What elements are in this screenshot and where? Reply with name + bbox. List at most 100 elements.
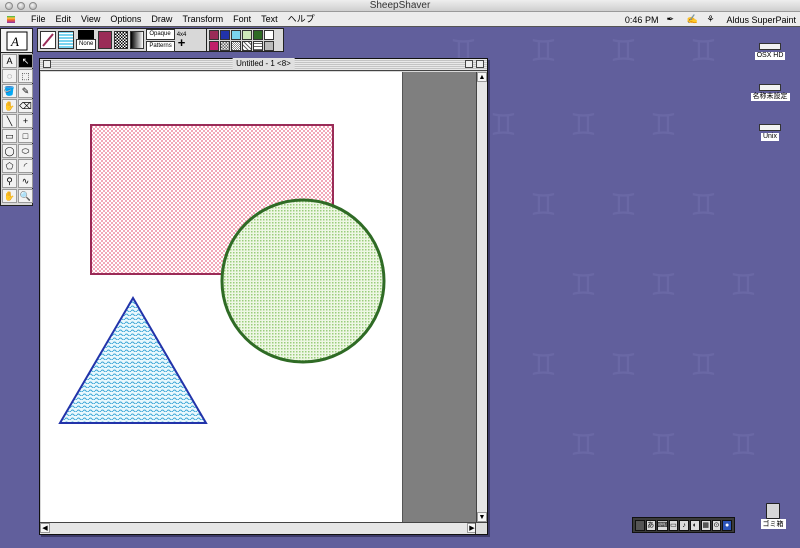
hand-tool[interactable]: ✋ xyxy=(2,189,17,203)
pen-input-icon[interactable]: ✒ xyxy=(666,14,678,26)
desktop-pattern-icon: ♊ xyxy=(530,34,557,69)
color-cell[interactable] xyxy=(220,30,230,40)
color-cell[interactable] xyxy=(209,41,219,51)
color-cell[interactable] xyxy=(231,30,241,40)
pattern-cell[interactable] xyxy=(220,41,230,51)
monitor-icon[interactable]: ▭ xyxy=(668,519,679,531)
drawing-canvas[interactable] xyxy=(41,72,403,522)
menu-options[interactable]: Options xyxy=(105,12,146,27)
color-cell[interactable] xyxy=(209,30,219,40)
desktop-pattern-icon: ♊ xyxy=(490,108,517,143)
lasso-tool[interactable]: ◌ xyxy=(2,69,17,83)
desktop-pattern-icon: ♊ xyxy=(650,108,677,143)
network-icon[interactable]: ⊙ xyxy=(711,519,722,531)
desktop-icon-unix[interactable]: Unix xyxy=(750,124,790,141)
strip-tab-icon[interactable] xyxy=(635,519,645,531)
round-rect-tool[interactable]: ▭ xyxy=(2,129,17,143)
menu-bar: File Edit View Options Draw Transform Fo… xyxy=(0,12,800,27)
clock[interactable]: 0:46 PM xyxy=(625,15,659,25)
color-swatch-selected[interactable] xyxy=(98,31,113,49)
pattern-cell[interactable] xyxy=(242,41,252,51)
patterns-button[interactable]: Patterns xyxy=(146,40,175,52)
desktop-pattern-icon: ♊ xyxy=(690,34,717,69)
freeform-tool[interactable]: ∿ xyxy=(18,174,33,188)
opaque-button[interactable]: Opaque xyxy=(146,28,175,40)
pencil-tool[interactable]: ✎ xyxy=(18,84,33,98)
green-circle[interactable] xyxy=(220,198,386,364)
gradient-swatch[interactable] xyxy=(130,31,145,49)
scroll-left-arrow-icon[interactable]: ◀ xyxy=(40,523,50,533)
pattern-cell[interactable] xyxy=(264,41,274,51)
menu-transform[interactable]: Transform xyxy=(177,12,228,27)
pattern-cell[interactable] xyxy=(253,41,263,51)
grow-box[interactable] xyxy=(475,522,487,534)
eyedropper-tool[interactable]: ⚲ xyxy=(2,174,17,188)
doc-collapse-box[interactable] xyxy=(476,60,484,68)
blue-triangle[interactable] xyxy=(58,296,208,424)
app-icon: ⚘ xyxy=(706,13,715,24)
menu-help[interactable]: ヘルプ xyxy=(283,12,320,27)
color-cell[interactable] xyxy=(264,30,274,40)
desktop-pattern-icon: ♊ xyxy=(650,428,677,463)
menu-edit[interactable]: Edit xyxy=(51,12,77,27)
plus-tool[interactable]: + xyxy=(18,114,33,128)
desktop-pattern-icon: ♊ xyxy=(610,348,637,383)
pattern-swatch[interactable] xyxy=(114,31,129,49)
doc-zoom-box[interactable] xyxy=(465,60,473,68)
marquee-tool[interactable]: ⬚ xyxy=(18,69,33,83)
menu-text[interactable]: Text xyxy=(256,12,283,27)
menu-draw[interactable]: Draw xyxy=(146,12,177,27)
trash[interactable]: ゴミ箱 xyxy=(760,503,786,529)
eraser-tool[interactable]: ⌫ xyxy=(18,99,33,113)
brush-tool[interactable]: ✋ xyxy=(2,99,17,113)
horizontal-scrollbar[interactable]: ◀ ▶ xyxy=(40,522,477,534)
zoom-tool[interactable]: 🔍 xyxy=(18,189,33,203)
document-window: Untitled - 1 <8> ▲ ▼ ◀ ▶ xyxy=(39,58,488,535)
apple-icon[interactable] xyxy=(6,14,16,24)
desktop-pattern-icon: ♊ xyxy=(730,428,757,463)
oval-tool[interactable]: ◯ xyxy=(2,144,17,158)
vertical-scrollbar[interactable]: ▲ ▼ xyxy=(476,72,487,522)
bucket-tool[interactable]: 🪣 xyxy=(2,84,17,98)
color-cell[interactable] xyxy=(242,30,252,40)
menu-file[interactable]: File xyxy=(26,12,51,27)
app-switcher-label[interactable]: Aldus SuperPaint xyxy=(726,15,796,25)
line-tool[interactable]: ╲ xyxy=(2,114,17,128)
control-strip: あ ⌨ ▭ ♪ ◐ ▦ ⊙ ● xyxy=(632,517,735,533)
palette-header: A xyxy=(1,29,32,53)
host-titlebar: SheepShaver xyxy=(0,0,800,12)
desktop-pattern-icon: ♊ xyxy=(570,268,597,303)
keyboard-icon[interactable]: ⌨ xyxy=(656,519,668,531)
keyboard-icon[interactable]: ✍ xyxy=(686,14,698,26)
globe-icon[interactable]: ● xyxy=(722,519,732,531)
pattern-cell[interactable] xyxy=(231,41,241,51)
none-swatch[interactable]: None xyxy=(76,30,97,50)
sound-icon[interactable]: ♪ xyxy=(679,519,689,531)
fill-swatch[interactable] xyxy=(58,31,74,49)
rect-tool[interactable]: □ xyxy=(18,129,33,143)
desktop-pattern-icon: ♊ xyxy=(690,348,717,383)
scroll-down-arrow-icon[interactable]: ▼ xyxy=(477,512,487,522)
desktop-pattern-icon: ♊ xyxy=(570,428,597,463)
line-width-control[interactable]: 4x4 + xyxy=(177,32,187,49)
arc-tool[interactable]: ◜ xyxy=(18,159,33,173)
doc-close-box[interactable] xyxy=(43,60,51,68)
pointer-tool[interactable]: ↖ xyxy=(18,54,33,68)
desktop-icon-untitled[interactable]: 名称未設定 xyxy=(750,84,790,101)
menu-view[interactable]: View xyxy=(76,12,105,27)
polygon-tool[interactable]: ⬠ xyxy=(2,159,17,173)
color-cell[interactable] xyxy=(253,30,263,40)
text-tool[interactable]: A xyxy=(2,54,17,68)
drawing-svg xyxy=(58,124,386,424)
desktop-pattern-icon: ♊ xyxy=(570,108,597,143)
color-depth-icon[interactable]: ▦ xyxy=(700,519,711,531)
circle-tool[interactable]: ⬭ xyxy=(18,144,33,158)
document-titlebar[interactable]: Untitled - 1 <8> xyxy=(40,58,487,71)
desktop-pattern-icon: ♊ xyxy=(730,268,757,303)
pen-swatch[interactable] xyxy=(40,31,56,49)
desktop-icon-osx-hd[interactable]: OSX HD xyxy=(750,43,790,60)
menu-font[interactable]: Font xyxy=(228,12,256,27)
input-method-icon[interactable]: あ xyxy=(645,519,656,531)
scroll-up-arrow-icon[interactable]: ▲ xyxy=(477,72,487,82)
speaker-icon[interactable]: ◐ xyxy=(690,519,700,531)
